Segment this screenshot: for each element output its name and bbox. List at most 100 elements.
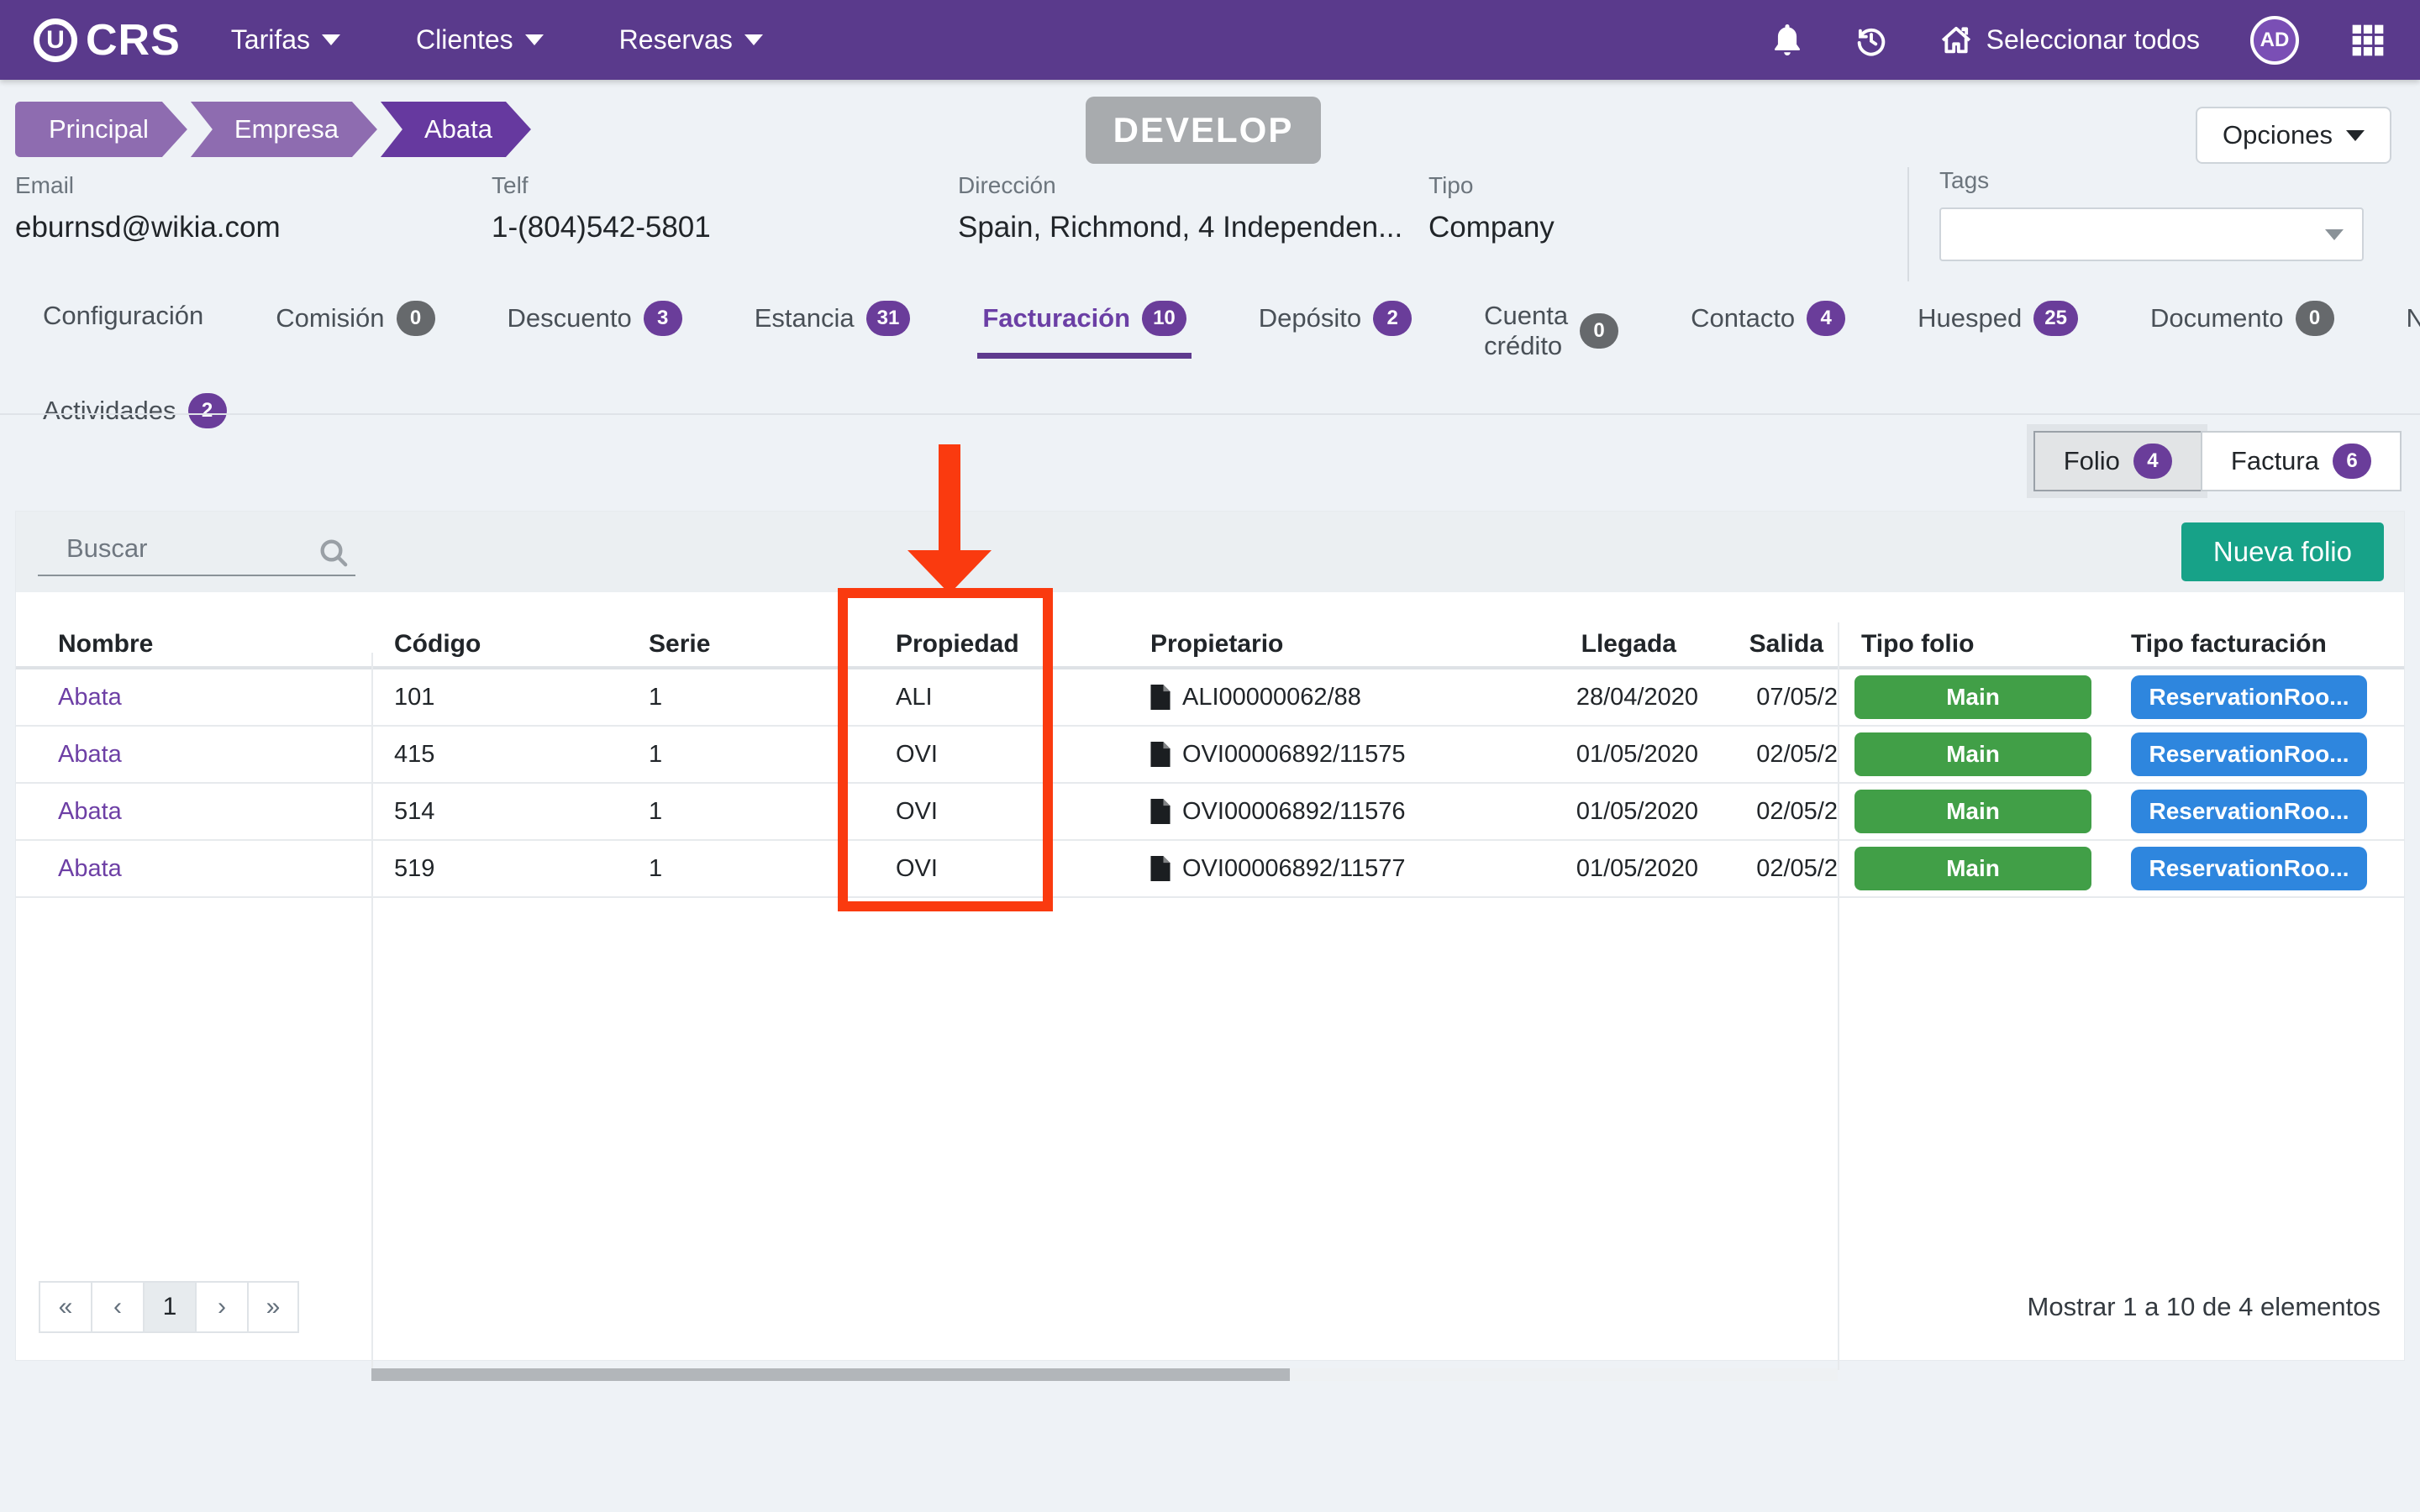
tipo-facturacion-badge[interactable]: ReservationRoo... — [2131, 847, 2367, 890]
app-logo[interactable]: U CRS — [34, 15, 181, 66]
breadcrumb-empresa[interactable]: Empresa — [191, 102, 377, 157]
chevron-down-icon — [2325, 229, 2344, 240]
col-header-tipo-folio[interactable]: Tipo folio — [1838, 622, 2112, 666]
tab-facturación[interactable]: Facturación 10 — [977, 292, 1191, 359]
folio-name-link[interactable]: Abata — [58, 855, 122, 883]
horizontal-scrollbar-track — [371, 1368, 1838, 1381]
tags-label: Tags — [1939, 167, 2391, 194]
folio-count-badge: 4 — [2133, 444, 2172, 479]
propietario-value: OVI00006892/11575 — [1182, 741, 1406, 769]
tab-actividades[interactable]: Actividades 2 — [38, 385, 232, 445]
cell-llegada: 28/04/2020 — [1503, 669, 1718, 725]
logo-u-circle-icon: U — [34, 18, 77, 62]
tipo-folio-badge[interactable]: Main — [1854, 790, 2091, 833]
horizontal-scrollbar-thumb[interactable] — [371, 1368, 1290, 1381]
col-header-llegada[interactable]: Llegada — [1503, 622, 1718, 666]
factura-label: Factura — [2231, 446, 2319, 476]
folio-factura-toggle: Folio 4 Factura 6 — [2033, 431, 2402, 491]
cell-propietario: OVI00006892/11576 — [1125, 784, 1503, 839]
tipo-facturacion-badge[interactable]: ReservationRoo... — [2131, 790, 2367, 833]
select-all-button[interactable]: Seleccionar todos — [1939, 24, 2200, 57]
tab-configuración[interactable]: Configuración — [38, 292, 208, 348]
search-input[interactable] — [38, 528, 355, 576]
menu-tarifas[interactable]: Tarifas — [231, 24, 340, 55]
tab-count-badge: 10 — [1142, 301, 1186, 336]
tipo-folio-badge[interactable]: Main — [1854, 675, 2091, 719]
col-header-propietario[interactable]: Propietario — [1125, 622, 1503, 666]
col-header-codigo[interactable]: Código — [371, 622, 623, 666]
tab-contacto[interactable]: Contacto 4 — [1686, 292, 1850, 353]
pagination-prev-button[interactable]: ‹ — [91, 1281, 143, 1333]
company-info: Email eburnsd@wikia.com Telf 1-(804)542-… — [15, 172, 2391, 281]
pinned-right-divider — [1838, 653, 1839, 1370]
tab-negociadas[interactable]: Negociadas 0 — [2402, 292, 2420, 353]
cell-propiedad: OVI — [856, 784, 1125, 839]
tab-huesped[interactable]: Huesped 25 — [1912, 292, 2083, 353]
tab-count-badge: 0 — [1580, 313, 1618, 349]
tab-count-badge: 2 — [188, 393, 227, 428]
tab-comisión[interactable]: Comisión 0 — [271, 292, 439, 353]
pinned-left-divider — [371, 653, 373, 1370]
cell-codigo: 519 — [371, 841, 623, 896]
cell-serie: 1 — [623, 784, 856, 839]
breadcrumb-principal[interactable]: Principal — [15, 102, 187, 157]
tab-cuenta-crédito[interactable]: Cuenta crédito 0 — [1479, 292, 1623, 378]
tipo-folio-badge[interactable]: Main — [1854, 732, 2091, 776]
phone-label: Telf — [492, 172, 711, 199]
pagination-next-button[interactable]: › — [195, 1281, 247, 1333]
factura-toggle-button[interactable]: Factura 6 — [2201, 431, 2402, 491]
chevron-down-icon — [525, 34, 544, 45]
tab-descuento[interactable]: Descuento 3 — [502, 292, 687, 353]
options-button[interactable]: Opciones — [2196, 107, 2391, 164]
folio-name-link[interactable]: Abata — [58, 684, 122, 711]
type-label: Tipo — [1428, 172, 1555, 199]
col-header-propiedad[interactable]: Propiedad — [856, 622, 1125, 666]
tab-depósito[interactable]: Depósito 2 — [1254, 292, 1417, 353]
apps-grid-icon[interactable] — [2349, 22, 2386, 59]
folio-name-link[interactable]: Abata — [58, 798, 122, 826]
menu-clientes[interactable]: Clientes — [416, 24, 544, 55]
folio-name-link[interactable]: Abata — [58, 741, 122, 769]
cell-codigo: 415 — [371, 727, 623, 782]
tags-select[interactable] — [1939, 207, 2364, 261]
pagination-last-button[interactable]: » — [247, 1281, 299, 1333]
breadcrumb-abata[interactable]: Abata — [381, 102, 531, 157]
tab-count-badge: 4 — [1807, 301, 1845, 336]
col-header-serie[interactable]: Serie — [623, 622, 856, 666]
tipo-facturacion-badge[interactable]: ReservationRoo... — [2131, 675, 2367, 719]
tipo-facturacion-badge[interactable]: ReservationRoo... — [2131, 732, 2367, 776]
home-icon — [1939, 24, 1973, 57]
tab-count-badge: 25 — [2033, 301, 2078, 336]
cell-llegada: 01/05/2020 — [1503, 841, 1718, 896]
folios-table: Nombre Código Serie Propiedad Propietari… — [16, 622, 2404, 898]
pagination-first-button[interactable]: « — [39, 1281, 91, 1333]
tab-documento[interactable]: Documento 0 — [2145, 292, 2339, 353]
user-avatar[interactable]: AD — [2250, 16, 2299, 65]
col-header-tipo-facturacion[interactable]: Tipo facturación — [2112, 622, 2406, 666]
divider — [0, 413, 2420, 415]
search-icon — [317, 536, 350, 570]
col-header-salida[interactable]: Salida — [1718, 622, 1838, 666]
address-value: Spain, Richmond, 4 Independen... — [958, 211, 1402, 244]
cell-propiedad: OVI — [856, 841, 1125, 896]
history-icon[interactable] — [1854, 23, 1889, 58]
col-header-nombre[interactable]: Nombre — [16, 622, 371, 666]
email-label: Email — [15, 172, 281, 199]
tab-count-badge: 0 — [2296, 301, 2334, 336]
pagination-page-1[interactable]: 1 — [143, 1281, 195, 1333]
document-icon — [1150, 856, 1171, 881]
propietario-value: OVI00006892/11577 — [1182, 855, 1406, 883]
menu-reservas[interactable]: Reservas — [619, 24, 763, 55]
folio-toggle-button[interactable]: Folio 4 — [2033, 431, 2201, 491]
table-row: Abata 514 1 OVI OVI00006892/11576 01/05/… — [16, 784, 2404, 841]
cell-propietario: ALI00000062/88 — [1125, 669, 1503, 725]
propietario-value: ALI00000062/88 — [1182, 684, 1361, 711]
tipo-folio-badge[interactable]: Main — [1854, 847, 2091, 890]
document-icon — [1150, 685, 1171, 710]
new-folio-button[interactable]: Nueva folio — [2181, 522, 2384, 581]
document-icon — [1150, 799, 1171, 824]
cell-serie: 1 — [623, 669, 856, 725]
tab-estancia[interactable]: Estancia 31 — [750, 292, 916, 353]
bell-icon[interactable] — [1771, 23, 1803, 58]
document-icon — [1150, 742, 1171, 767]
